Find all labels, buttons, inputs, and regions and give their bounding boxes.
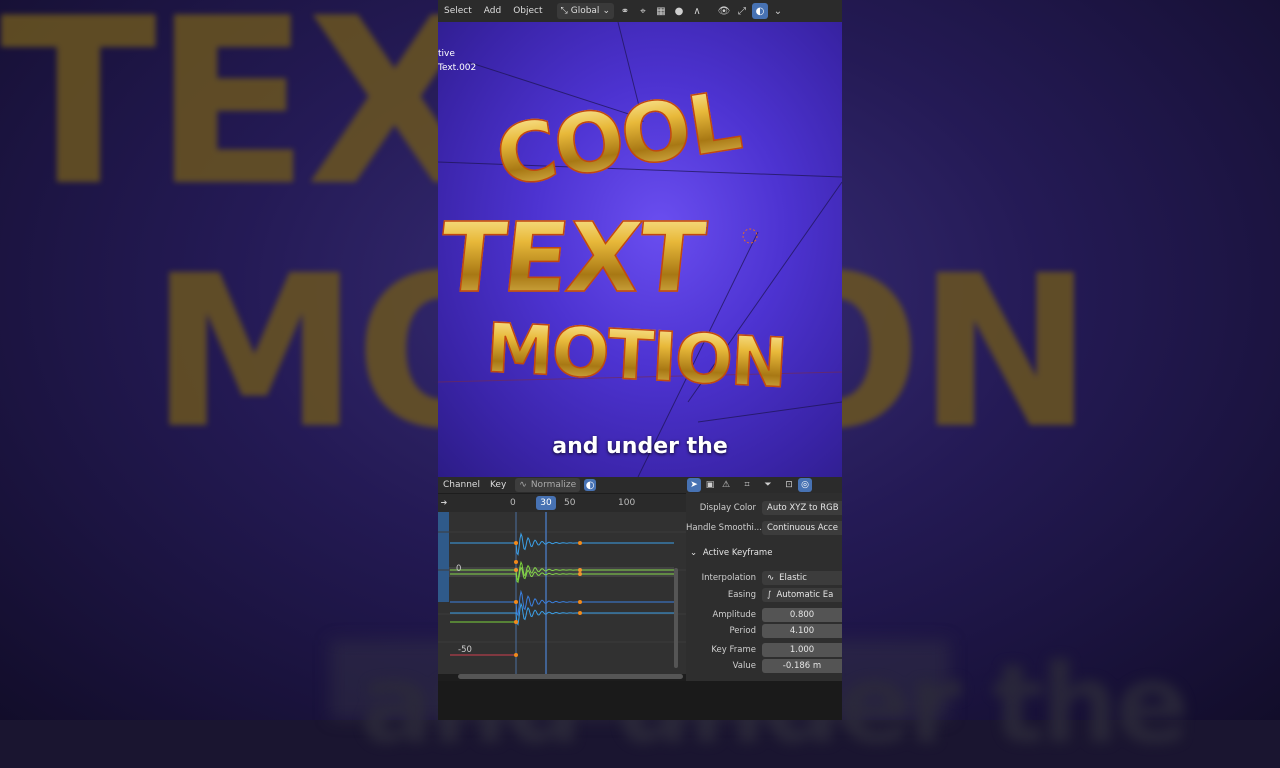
- keyframe-point: [578, 611, 582, 615]
- bottom-bar: [438, 681, 842, 720]
- elastic-icon: ∿: [767, 573, 775, 583]
- display-color-row: Display Color Auto XYZ to RGB: [686, 501, 842, 515]
- display-color-dropdown[interactable]: Auto XYZ to RGB: [762, 501, 842, 515]
- keyframe-point: [514, 600, 518, 604]
- normalize-toggle[interactable]: ∿ Normalize: [515, 478, 581, 492]
- filter-icon[interactable]: ⏷: [761, 478, 775, 492]
- viewport-info-mode: tive: [438, 49, 455, 59]
- fcurve-graph[interactable]: 0 -50: [438, 512, 686, 674]
- period-row: Period 4.100: [686, 624, 842, 638]
- handle-smoothing-row: Handle Smoothi... Continuous Acce: [686, 521, 842, 535]
- fcurve-x: [450, 532, 674, 556]
- key-frame-label: Key Frame: [711, 645, 756, 655]
- active-keyframe-panel-header[interactable]: ⌄ Active Keyframe: [690, 548, 772, 558]
- proportional-edit-icon[interactable]: ●: [671, 3, 687, 19]
- transform-orientation-dropdown[interactable]: ⤡ Global ⌄: [556, 3, 614, 19]
- normalize-label: Normalize: [530, 480, 577, 490]
- graph-editor-header: Channel Key ∿ Normalize ◐: [438, 477, 686, 493]
- menu-add[interactable]: Add: [478, 6, 507, 16]
- video-frame: Select Add Object ⤡ Global ⌄ ⚭ ⌖ ▦ ● ∧ 👁…: [438, 0, 842, 720]
- keyframe-point: [514, 560, 518, 564]
- menu-key[interactable]: Key: [485, 480, 511, 490]
- 3d-viewport[interactable]: tive Text.002 COOL TEXT MOTION: [438, 22, 842, 477]
- keyframe-point: [578, 541, 582, 545]
- auto-normalize-icon[interactable]: ◐: [584, 479, 597, 491]
- display-color-label: Display Color: [699, 503, 756, 513]
- chevron-down-icon: ⌄: [602, 6, 610, 16]
- pivot-icon[interactable]: ⚭: [617, 3, 633, 19]
- period-label: Period: [729, 626, 756, 636]
- ruler-tick: 100: [618, 498, 636, 508]
- amplitude-label: Amplitude: [712, 610, 756, 620]
- y-axis-label: 0: [456, 564, 462, 574]
- current-frame-indicator[interactable]: 30: [536, 496, 556, 510]
- box-select-icon[interactable]: ▣: [703, 478, 717, 492]
- keyframe-point: [578, 600, 582, 604]
- menu-object[interactable]: Object: [507, 6, 548, 16]
- chevron-down-icon: ⌄: [690, 548, 698, 558]
- falloff-icon[interactable]: ∧: [689, 3, 705, 19]
- interpolation-row: Interpolation ∿ Elastic: [686, 571, 842, 585]
- interpolation-dropdown[interactable]: ∿ Elastic: [762, 571, 842, 585]
- key-frame-field[interactable]: 1.000: [762, 643, 842, 657]
- easing-row: Easing ∫ Automatic Ea: [686, 588, 842, 602]
- fcurve-canvas[interactable]: [438, 512, 686, 674]
- y-axis-label: -50: [458, 645, 472, 655]
- chevron-down-icon[interactable]: ⌄: [770, 3, 786, 19]
- easing-label: Easing: [727, 590, 756, 600]
- value-field[interactable]: -0.186 m: [762, 659, 842, 673]
- viewport-info-object: Text.002: [438, 63, 477, 73]
- ruler-tick: 50: [564, 498, 576, 508]
- key-frame-row: Key Frame 1.000: [686, 643, 842, 657]
- graph-vertical-scrollbar[interactable]: [674, 568, 678, 668]
- active-channel-band: [449, 567, 674, 577]
- gizmo-icon[interactable]: ⤢: [734, 3, 750, 19]
- period-field[interactable]: 4.100: [762, 624, 842, 638]
- easing-value: Automatic Ea: [776, 590, 834, 600]
- orientation-icon: ⤡: [560, 6, 568, 16]
- keyframe-point: [514, 541, 518, 545]
- value-row: Value -0.186 m: [686, 659, 842, 673]
- select-cursor-icon[interactable]: ➤: [687, 478, 701, 492]
- keyframe-point: [514, 620, 518, 624]
- overlay-icon[interactable]: ◐: [751, 3, 768, 19]
- visibility-icon[interactable]: 👁: [716, 3, 732, 19]
- viewport-header: Select Add Object ⤡ Global ⌄ ⚭ ⌖ ▦ ● ∧ 👁…: [438, 0, 842, 22]
- menu-channel[interactable]: Channel: [438, 480, 485, 490]
- channel-strip: [438, 512, 449, 602]
- easing-curve-icon: ∫: [767, 590, 772, 600]
- proportional-icon[interactable]: ◎: [798, 478, 812, 492]
- snap-target-icon[interactable]: ▦: [653, 3, 669, 19]
- video-subtitle: and under the: [552, 434, 728, 459]
- handle-smoothing-label: Handle Smoothi...: [686, 523, 762, 533]
- snap-icon[interactable]: ⌖: [635, 3, 651, 19]
- warning-icon[interactable]: ⚠: [719, 478, 733, 492]
- handle-smoothing-dropdown[interactable]: Continuous Acce: [762, 521, 842, 535]
- value-label: Value: [732, 661, 756, 671]
- frame-ruler[interactable]: ➔ 0 30 50 100: [438, 494, 686, 512]
- active-keyframe-title: Active Keyframe: [702, 548, 773, 558]
- 3d-text-text[interactable]: TEXT: [438, 201, 709, 315]
- menu-select[interactable]: Select: [438, 6, 478, 16]
- graph-editor-sidebar: Display Color Auto XYZ to RGB Handle Smo…: [686, 493, 842, 681]
- graph-horizontal-scrollbar[interactable]: [458, 674, 683, 679]
- crop-icon[interactable]: ⌗: [740, 478, 754, 492]
- arrow-icon[interactable]: ➔: [439, 496, 449, 508]
- amplitude-row: Amplitude 0.800: [686, 608, 842, 622]
- pivot-point-icon[interactable]: ⊡: [782, 478, 796, 492]
- graph-editor-tools: ➤ ▣ ⚠ ⌗ ⏷ ⊡ ◎: [686, 477, 842, 493]
- transform-orientation-label: Global: [570, 6, 600, 16]
- interpolation-value: Elastic: [779, 573, 807, 583]
- 3d-text-motion[interactable]: MOTION: [483, 308, 788, 404]
- easing-dropdown[interactable]: ∫ Automatic Ea: [762, 588, 842, 602]
- fcurve-z: [450, 589, 674, 617]
- normalize-icon: ∿: [519, 480, 527, 490]
- amplitude-field[interactable]: 0.800: [762, 608, 842, 622]
- keyframe-point: [514, 653, 518, 657]
- interpolation-label: Interpolation: [701, 573, 756, 583]
- ruler-tick: 0: [510, 498, 516, 508]
